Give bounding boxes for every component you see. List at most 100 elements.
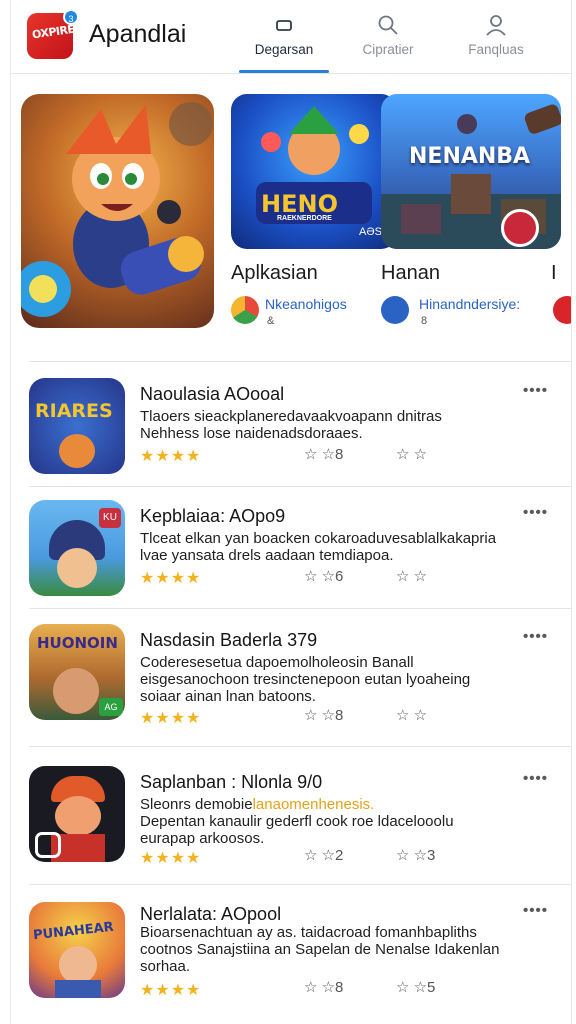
search-icon [378, 15, 398, 35]
app-description: Coderesesetua dapoemolholeosin Banall ei… [140, 654, 520, 705]
hero-character-art [21, 102, 213, 317]
app-icon-face [57, 548, 97, 588]
rating-count: ☆ ☆2 [304, 847, 344, 864]
list-item[interactable]: HUONOIN AG Nasdasin Baderla 379 Coderese… [11, 624, 571, 734]
star-rating: ★★★★ [140, 710, 202, 727]
featured-app-name[interactable]: I [551, 262, 557, 285]
list-item[interactable]: KU Kepblaiaa: AOpo9 Tlceat elkan yan boa… [11, 500, 571, 606]
app-description: Tlaoers sieackplaneredavaakvoapann dnitr… [140, 408, 520, 442]
app-icon-text: HUONOIN [37, 634, 118, 652]
description-line: soiaar ainan lnan batoons. [140, 688, 316, 705]
star-rating: ★★★★ [140, 850, 202, 867]
rectangle-icon [276, 20, 292, 31]
app-logo[interactable]: OXPIRE 3 [27, 9, 79, 59]
app-icon: KU [29, 500, 125, 596]
section-divider [29, 884, 571, 885]
more-options-icon[interactable]: •••• [523, 770, 548, 787]
play-badge-icon [501, 209, 539, 247]
app-icon-badge: KU [99, 508, 121, 528]
description-line: Sleonrs demobielanaomenhenesis. [140, 796, 520, 813]
app-icon: RIARES [29, 378, 125, 474]
description-line: Bioarsenachtuan ay as. taidacroad fomanh… [140, 924, 477, 941]
more-options-icon[interactable]: •••• [523, 504, 548, 521]
app-description: Bioarsenachtuan ay as. taidacroad fomanh… [140, 924, 520, 975]
active-tab-indicator [239, 70, 329, 73]
developer-icon [231, 296, 259, 324]
rating-extra: ☆ ☆ [396, 707, 428, 724]
tab-search[interactable]: Cipratier [343, 10, 433, 72]
app-icon-badge: AG [99, 698, 123, 716]
developer-icon [553, 296, 571, 324]
description-text: Sleonrs demobie [140, 796, 253, 813]
rating-count: ☆ ☆8 [304, 979, 344, 996]
tab-label: Fanqluas [468, 42, 524, 57]
description-line: sorhaa. [140, 958, 191, 975]
app-icon: HUONOIN AG [29, 624, 125, 720]
tile-sublogo: RAEKNERDORE [277, 215, 332, 222]
app-title[interactable]: Nasdasin Baderla 379 [140, 630, 317, 651]
description-line: Tlceat elkan yan boacken cokaroaduvesabl… [140, 530, 497, 547]
description-line: eisgesanochoon tresinctenepoon eutan lyo… [140, 671, 471, 688]
star-rating: ★★★★ [140, 570, 202, 587]
section-divider [29, 608, 571, 609]
instagram-icon [35, 832, 61, 858]
description-highlight: lanaomenhenesis. [252, 796, 375, 813]
more-options-icon[interactable]: •••• [523, 382, 548, 399]
section-divider [29, 361, 571, 362]
description-line: Depentan kanaulir gederfl cook roe ldace… [140, 813, 454, 830]
description-line: Nehhess lose naidenadsdoraaes. [140, 425, 363, 442]
app-title[interactable]: Kepblaiaa: AOpo9 [140, 506, 285, 527]
section-divider [29, 486, 571, 487]
description-line: Tlaoers sieackplaneredavaakvoapann dnitr… [140, 408, 442, 425]
rating-count: ☆ ☆8 [304, 707, 344, 724]
description-line: eurapap arkoosos. [140, 830, 265, 847]
featured-developer[interactable]: Hinandndersiye: [419, 296, 520, 312]
list-item[interactable]: Saplanban : Nlonla 9/0 Sleonrs demobiela… [11, 766, 571, 872]
tab-label: Cipratier [362, 42, 414, 57]
list-item[interactable]: PUNAHEAR Nerlalata: AOpool Bioarsenachtu… [11, 902, 571, 1008]
developer-icon [381, 296, 409, 324]
tab-profile[interactable]: Fanqluas [451, 10, 541, 72]
featured-meta: 8 [421, 315, 428, 327]
app-icon-character [59, 434, 95, 468]
featured-developer[interactable]: Nkeanohigos [265, 296, 347, 312]
rating-extra: ☆ ☆ [396, 446, 428, 463]
featured-meta: & [267, 315, 275, 327]
app-title[interactable]: Saplanban : Nlonla 9/0 [140, 772, 322, 793]
rating-extra: ☆ ☆5 [396, 979, 436, 996]
featured-tile-2[interactable]: NENANBA [381, 94, 561, 249]
list-item[interactable]: RIARES Naoulasia AOooal Tlaoers sieackpl… [11, 378, 571, 484]
description-line: Coderesesetua dapoemolholeosin Banall [140, 654, 414, 671]
app-icon: PUNAHEAR [29, 902, 125, 998]
app-title: Apandlai [89, 20, 187, 48]
logo-text: OXPIRE [31, 22, 76, 42]
app-description: Sleonrs demobielanaomenhenesis. Depentan… [140, 796, 520, 847]
featured-hero-banner[interactable] [21, 94, 214, 328]
star-rating: ★★★★ [140, 982, 202, 999]
tile-logo-text: NENANBA [409, 144, 531, 169]
app-icon-text: PUNAHEAR [32, 919, 115, 944]
app-icon-text: RIARES [35, 400, 113, 422]
description-line: cootnos Sanajstiina an Sapelan de Nenals… [140, 941, 500, 958]
featured-app-name[interactable]: Aplkasian [231, 262, 318, 285]
rating-extra: ☆ ☆3 [396, 847, 436, 864]
app-title[interactable]: Nerlalata: AOpool [140, 904, 281, 925]
featured-tile-1[interactable]: HENO RAEKNERDORE AƏS [231, 94, 397, 249]
app-header: OXPIRE 3 Apandlai Degarsan Cipratier Fan… [11, 0, 571, 74]
rating-extra: ☆ ☆ [396, 568, 428, 585]
app-title[interactable]: Naoulasia AOooal [140, 384, 284, 405]
tab-discover[interactable]: Degarsan [239, 10, 329, 72]
section-divider [29, 746, 571, 747]
description-line: lvae yansata drels aadaan temdiapoa. [140, 547, 394, 564]
more-options-icon[interactable]: •••• [523, 628, 548, 645]
rating-count: ☆ ☆6 [304, 568, 344, 585]
more-options-icon[interactable]: •••• [523, 902, 548, 919]
app-icon-body [55, 980, 101, 998]
featured-app-name[interactable]: Hanan [381, 262, 440, 285]
app-icon-character [59, 946, 97, 984]
tab-label: Degarsan [254, 42, 314, 57]
person-icon [486, 15, 506, 36]
app-icon-face [55, 796, 101, 836]
tile-logo-text: HENO [261, 190, 338, 218]
tile-count: AƏS [359, 226, 382, 238]
